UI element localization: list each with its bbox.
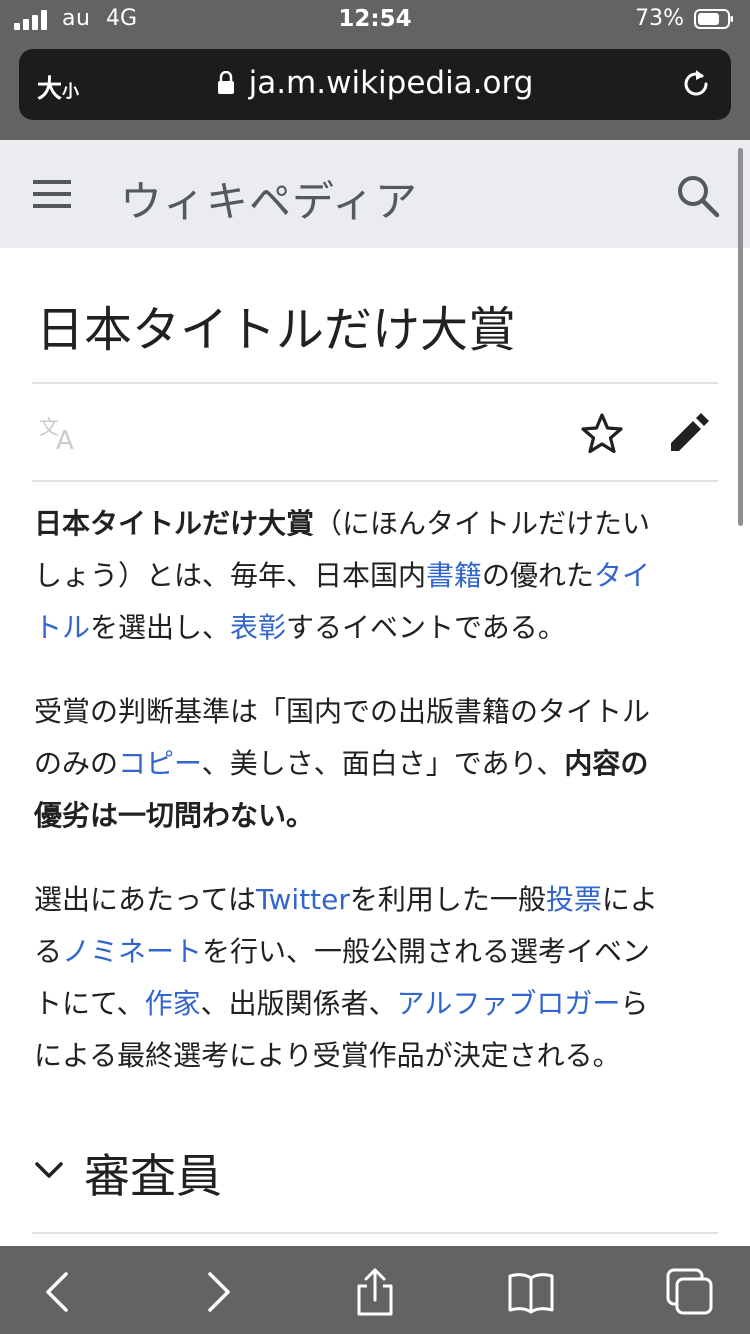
text: （にほんタイトルだけたい xyxy=(314,507,651,540)
page-title: 日本タイトルだけ大賞 xyxy=(36,302,517,358)
url-text: ja.m.wikipedia.org xyxy=(248,65,534,101)
text: を行い、一般公開される選考イベン xyxy=(202,935,651,968)
wiki-header: ウィキペディア xyxy=(0,140,750,248)
title-divider xyxy=(32,382,718,384)
text: 、出版関係者、 xyxy=(200,987,397,1020)
url-display[interactable]: ja.m.wikipedia.org xyxy=(19,65,731,101)
text: 受賞の判断基準は「国内での出版書籍のタイトル xyxy=(34,695,651,728)
link-title[interactable]: タイ xyxy=(594,559,650,592)
chevron-down-icon[interactable] xyxy=(34,1158,64,1182)
bookmarks-icon[interactable] xyxy=(507,1268,555,1316)
reload-icon[interactable] xyxy=(679,67,713,101)
text: る xyxy=(34,935,63,968)
link-copy[interactable]: コピー xyxy=(118,747,202,780)
battery-percent: 73% xyxy=(635,6,684,31)
text-bold: 優劣は一切問わない xyxy=(34,799,287,832)
wikipedia-logo[interactable]: ウィキペディア xyxy=(120,168,418,229)
text: 、美しさ、面白さ」であり、 xyxy=(201,747,565,780)
back-icon[interactable] xyxy=(34,1268,82,1316)
link-vote[interactable]: 投票 xyxy=(546,883,602,916)
browser-chrome-top: au 4G 12:54 73% 大小 ja.m.wikipedia.org xyxy=(0,0,750,140)
link-author[interactable]: 作家 xyxy=(145,987,201,1020)
text: トにて、 xyxy=(34,987,145,1020)
section-heading[interactable]: 審査員 xyxy=(84,1140,222,1206)
link-nominate[interactable]: ノミネート xyxy=(62,935,202,968)
link-hyosho[interactable]: 表彰 xyxy=(230,611,286,644)
edit-icon[interactable] xyxy=(668,412,710,454)
text: 。 xyxy=(286,799,315,832)
svg-text:A: A xyxy=(56,426,74,452)
text: を利用した一般 xyxy=(349,883,546,916)
address-bar[interactable]: 大小 ja.m.wikipedia.org xyxy=(19,49,731,120)
text: ら xyxy=(620,987,649,1020)
scrollbar[interactable] xyxy=(738,148,743,526)
text: による最終選考により受賞作品が決定される。 xyxy=(34,1039,621,1072)
battery-icon xyxy=(694,9,733,29)
link-twitter[interactable]: Twitter xyxy=(256,883,350,916)
link-title[interactable]: トル xyxy=(34,611,90,644)
text: によ xyxy=(601,883,658,916)
star-icon[interactable] xyxy=(580,412,624,454)
forward-icon[interactable] xyxy=(194,1268,242,1316)
paragraph-intro: 日本タイトルだけ大賞（にほんタイトルだけたい しょう）とは、毎年、日本国内書籍の… xyxy=(34,498,718,654)
paragraph-selection: 選出にあたってはTwitterを利用した一般投票によ るノミネートを行い、一般公… xyxy=(34,874,718,1082)
actions-divider xyxy=(32,480,718,482)
link-shoseki[interactable]: 書籍 xyxy=(426,559,482,592)
section-divider xyxy=(32,1232,718,1234)
lock-icon xyxy=(217,71,234,94)
browser-toolbar xyxy=(0,1246,750,1334)
search-icon[interactable] xyxy=(676,174,720,218)
text: を選出し、 xyxy=(90,611,231,644)
text: するイベントである。 xyxy=(286,611,566,644)
tabs-icon[interactable] xyxy=(666,1268,714,1316)
paragraph-criteria: 受賞の判断基準は「国内での出版書籍のタイトル のみのコピー、美しさ、面白さ」であ… xyxy=(34,686,718,842)
text: の優れた xyxy=(482,559,595,592)
status-bar: au 4G 12:54 73% xyxy=(0,0,750,40)
term-bold: 日本タイトルだけ大賞 xyxy=(34,507,315,540)
text: しょう）とは、毎年、日本国内 xyxy=(34,559,427,592)
text-bold: 内容の xyxy=(564,747,649,780)
text: のみの xyxy=(34,747,119,780)
menu-icon[interactable] xyxy=(33,179,71,209)
link-alpha-blogger[interactable]: アルファブロガー xyxy=(397,987,621,1020)
language-icon[interactable]: 文 A xyxy=(38,414,82,452)
text: 選出にあたっては xyxy=(34,883,257,916)
share-icon[interactable] xyxy=(351,1268,399,1316)
